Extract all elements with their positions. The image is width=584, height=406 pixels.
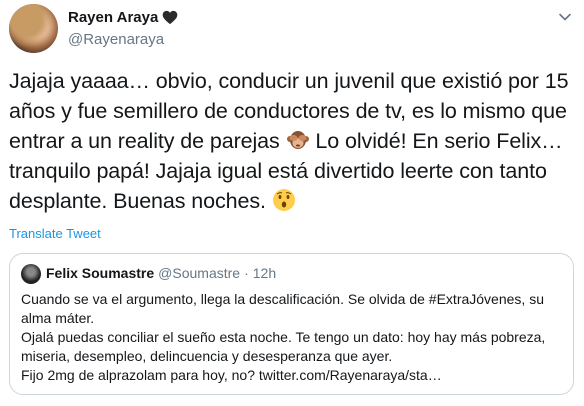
author-display-name[interactable]: Rayen Araya: [68, 9, 158, 26]
author-handle[interactable]: @Rayenaraya: [68, 31, 164, 48]
quoted-body: Cuando se va el argumento, llega la desc…: [21, 290, 566, 385]
quoted-tweet[interactable]: Felix Soumastre @Soumastre · 12h Cuando …: [9, 253, 574, 395]
quoted-display-name[interactable]: Felix Soumastre: [46, 265, 154, 281]
quoted-paragraph-1: Cuando se va el argumento, llega la desc…: [21, 291, 544, 326]
author-name-row: Rayen Araya: [68, 9, 178, 26]
black-heart-icon: [163, 10, 178, 25]
tweet-text: Jajaja yaaaa… obvio, conducir un juvenil…: [9, 66, 575, 216]
quoted-handle[interactable]: @Soumastre: [158, 265, 240, 281]
see-no-evil-monkey-icon: [286, 131, 309, 149]
hushed-face-icon: [272, 189, 295, 211]
quoted-paragraph-2: Ojalá puedas conciliar el sueño esta noc…: [21, 329, 546, 364]
quoted-avatar[interactable]: [21, 264, 41, 284]
quoted-separator: ·: [244, 265, 249, 281]
quoted-time[interactable]: 12h: [253, 265, 276, 281]
chevron-down-icon[interactable]: [558, 10, 572, 24]
translate-tweet-link[interactable]: Translate Tweet: [9, 226, 101, 241]
avatar[interactable]: [9, 4, 58, 53]
quoted-paragraph-3: Fijo 2mg de alprazolam para hoy, no? twi…: [21, 367, 442, 383]
quoted-header: Felix Soumastre @Soumastre · 12h: [46, 265, 276, 281]
